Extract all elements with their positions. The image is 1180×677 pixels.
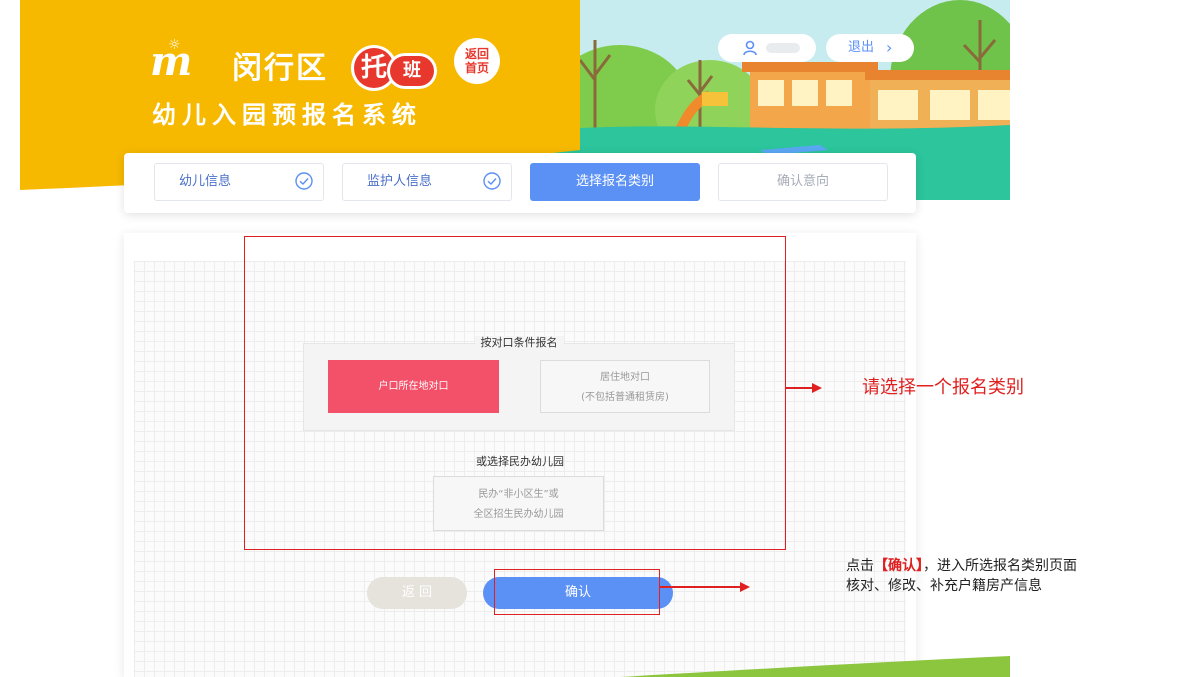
step-bar: 幼儿信息 监护人信息 选择报名类别 确认意向: [124, 153, 916, 213]
back-button[interactable]: 返 回: [367, 577, 467, 609]
title-ban-badge: 班: [390, 56, 434, 86]
note-prefix: 点击: [846, 558, 874, 574]
logout-button[interactable]: 退出 ›: [826, 34, 914, 62]
title-district: 闵行区: [232, 51, 328, 86]
step-confirm-intent[interactable]: 确认意向: [718, 163, 888, 201]
step-guardian-info[interactable]: 监护人信息: [342, 163, 512, 201]
chevron-right-icon: ›: [886, 38, 893, 57]
note-rest: ，进入所选报名类别页面: [923, 558, 1077, 574]
annotation-note-confirm: 点击【确认】，进入所选报名类别页面 核对、修改、补充户籍房产信息: [846, 556, 1077, 596]
annotation-arrow-line: [660, 586, 742, 588]
home-button[interactable]: 返回首页: [454, 38, 500, 84]
annotation-note-line1: 点击【确认】，进入所选报名类别页面: [846, 556, 1077, 576]
check-circle-icon: [483, 172, 501, 190]
annotation-arrow-head: [740, 582, 750, 592]
step-label: 选择报名类别: [575, 174, 654, 189]
step-child-info[interactable]: 幼儿信息: [154, 163, 324, 201]
annotation-note-line2: 核对、修改、补充户籍房产信息: [846, 578, 1042, 594]
step-label: 监护人信息: [367, 174, 433, 189]
system-title: 幼儿入园预报名系统: [152, 101, 422, 129]
step-label: 确认意向: [776, 174, 829, 189]
note-keyword: 【确认】: [874, 558, 923, 574]
user-icon: [743, 40, 757, 56]
title-tuo-badge: 托: [354, 48, 394, 88]
logo-mark: m: [150, 38, 193, 85]
user-pill[interactable]: [718, 34, 816, 62]
annotation-frame-confirm: [494, 569, 660, 615]
logout-label: 退出: [848, 40, 875, 55]
annotation-arrow-line: [786, 387, 814, 389]
user-name: [766, 43, 800, 53]
annotation-frame-categories: [244, 236, 786, 550]
step-label: 幼儿信息: [179, 174, 232, 189]
footer-grass: [620, 656, 1010, 677]
step-select-category[interactable]: 选择报名类别: [530, 163, 700, 201]
annotation-arrow-head: [812, 383, 822, 393]
check-circle-icon: [295, 172, 313, 190]
annotation-note-select: 请选择一个报名类别: [862, 377, 1024, 398]
